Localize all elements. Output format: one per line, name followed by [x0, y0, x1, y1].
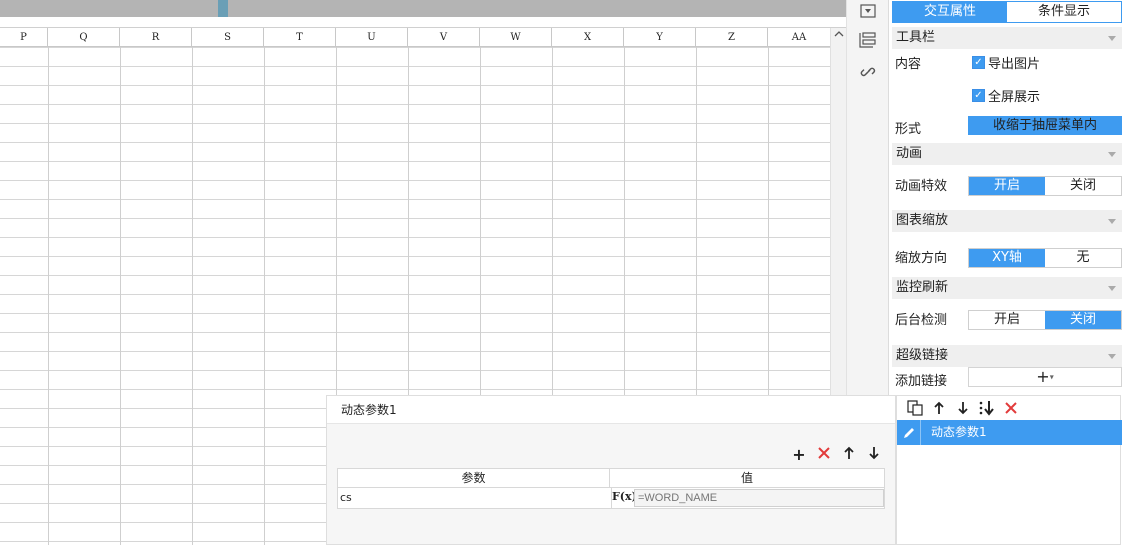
scroll-up-icon[interactable]: [833, 30, 845, 42]
column-header[interactable]: R: [120, 28, 192, 47]
backend-check-toggle: 开启 关闭: [968, 310, 1122, 330]
add-link-label: 添加链接: [895, 374, 948, 389]
move-down-icon[interactable]: [865, 446, 883, 464]
zoom-direction-label: 缩放方向: [895, 251, 948, 266]
animation-effect-label: 动画特效: [895, 179, 948, 194]
section-title: 工具栏: [896, 30, 936, 45]
delete-row-icon[interactable]: [815, 446, 833, 464]
vertical-scrollbar[interactable]: [830, 28, 846, 398]
chevron-down-icon[interactable]: [1108, 152, 1116, 157]
column-header[interactable]: X: [552, 28, 624, 47]
checkbox-label: 全屏展示: [988, 90, 1041, 105]
move-to-bottom-icon[interactable]: [975, 397, 999, 419]
section-hyperlink[interactable]: 超级链接: [892, 345, 1122, 367]
move-up-icon[interactable]: [927, 397, 951, 419]
formula-icon[interactable]: F(x): [611, 488, 637, 508]
properties-panel: 交互属性 条件显示 工具栏 内容 ✓ 导出图片 ✓ 全屏展示 形式 收缩于抽屉菜单内…: [888, 0, 1132, 395]
delete-icon[interactable]: [999, 397, 1023, 419]
section-title: 图表缩放: [896, 213, 949, 228]
chevron-down-icon[interactable]: [1108, 219, 1116, 224]
editor-title: 动态参数1: [327, 396, 895, 424]
scroll-thumb[interactable]: [218, 0, 228, 17]
zoom-xy-button[interactable]: XY轴: [969, 249, 1045, 267]
move-down-icon[interactable]: [951, 397, 975, 419]
section-title: 超级链接: [896, 348, 949, 363]
param-list-toolbar: [897, 396, 1122, 420]
zoom-direction-toggle: XY轴 无: [968, 248, 1122, 268]
param-name-cell[interactable]: cs: [340, 488, 352, 508]
column-header[interactable]: S: [192, 28, 264, 47]
side-icon-bar: [846, 0, 888, 395]
section-monitor-refresh[interactable]: 监控刷新: [892, 277, 1122, 299]
form-select[interactable]: 收缩于抽屉菜单内: [968, 116, 1122, 135]
chevron-down-icon: ▾: [1049, 372, 1054, 382]
backend-on-button[interactable]: 开启: [969, 311, 1045, 329]
chevron-down-icon[interactable]: [1108, 354, 1116, 359]
animation-toggle: 开启 关闭: [968, 176, 1122, 196]
copy-icon[interactable]: [903, 397, 927, 419]
tab-interaction-properties[interactable]: 交互属性: [893, 2, 1007, 22]
param-value-input[interactable]: [634, 489, 884, 507]
chevron-down-icon[interactable]: [1108, 36, 1116, 41]
param-list-panel: 动态参数1: [896, 395, 1122, 545]
column-header[interactable]: Z: [696, 28, 768, 47]
section-animation[interactable]: 动画: [892, 143, 1122, 165]
param-column-header: 参数: [338, 469, 610, 487]
dynamic-param-editor: 动态参数1 + 参数 值 cs F(x): [326, 395, 896, 545]
move-up-icon[interactable]: [840, 446, 858, 464]
layout-icon[interactable]: [857, 29, 879, 51]
column-header[interactable]: T: [264, 28, 336, 47]
checkbox-checked-icon[interactable]: ✓: [972, 89, 985, 102]
section-toolbar[interactable]: 工具栏: [892, 27, 1122, 49]
scroll-band: [0, 0, 846, 17]
plus-icon: +: [1036, 367, 1050, 386]
add-row-icon[interactable]: +: [790, 446, 808, 464]
param-table-header: 参数 值: [337, 468, 885, 488]
column-header[interactable]: AA: [768, 28, 830, 47]
tab-conditional-display[interactable]: 条件显示: [1007, 2, 1121, 22]
section-chart-zoom[interactable]: 图表缩放: [892, 210, 1122, 232]
chevron-down-icon[interactable]: [1108, 286, 1116, 291]
section-title: 监控刷新: [896, 280, 949, 295]
sheet-top-gap: [0, 17, 846, 28]
list-item[interactable]: 动态参数1: [897, 420, 1122, 445]
column-header[interactable]: U: [336, 28, 408, 47]
animation-off-button[interactable]: 关闭: [1045, 177, 1121, 195]
column-header[interactable]: W: [480, 28, 552, 47]
column-header[interactable]: Y: [624, 28, 696, 47]
list-item-label: 动态参数1: [931, 425, 987, 439]
table-row[interactable]: cs F(x): [337, 488, 885, 509]
zoom-none-button[interactable]: 无: [1045, 249, 1121, 267]
form-label: 形式: [895, 122, 922, 137]
column-header[interactable]: P: [0, 28, 48, 47]
panel-tabs: 交互属性 条件显示: [892, 1, 1122, 23]
export-image-checkbox[interactable]: ✓ 导出图片: [972, 53, 1040, 72]
section-title: 动画: [896, 146, 923, 161]
animation-on-button[interactable]: 开启: [969, 177, 1045, 195]
column-header[interactable]: Q: [48, 28, 120, 47]
edit-pencil-icon[interactable]: [897, 420, 921, 445]
fullscreen-checkbox[interactable]: ✓ 全屏展示: [972, 86, 1040, 105]
backend-check-label: 后台检测: [895, 313, 948, 328]
column-header[interactable]: V: [408, 28, 480, 47]
column-header-row: P Q R S T U V W X Y Z AA: [0, 28, 830, 47]
add-link-button[interactable]: +▾: [968, 367, 1122, 387]
checkbox-checked-icon[interactable]: ✓: [972, 56, 985, 69]
backend-off-button[interactable]: 关闭: [1045, 311, 1121, 329]
dropdown-box-icon[interactable]: [857, 0, 879, 22]
value-column-header: 值: [740, 471, 753, 485]
content-label: 内容: [895, 57, 922, 72]
checkbox-label: 导出图片: [988, 57, 1041, 72]
link-icon[interactable]: [857, 61, 879, 83]
